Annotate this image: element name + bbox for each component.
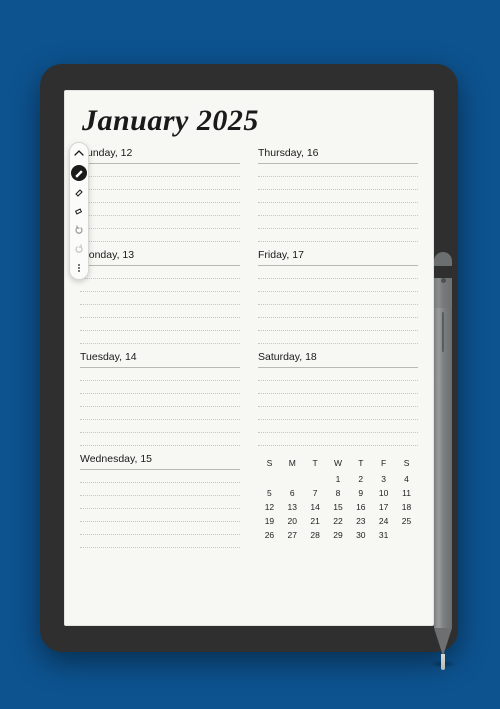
day-label: Saturday, 18: [258, 348, 418, 368]
highlighter-icon: [74, 187, 84, 197]
calendar-day[interactable]: 26: [258, 528, 281, 542]
week-grid: Sunday, 12 Thursday, 16 Monday, 13 Frida…: [80, 144, 418, 548]
redo-icon: [74, 244, 84, 254]
calendar-day[interactable]: [304, 472, 327, 486]
calendar-day[interactable]: 18: [395, 500, 418, 514]
day-block: Saturday, 18: [258, 348, 418, 446]
toolbar-undo-button[interactable]: [71, 222, 87, 238]
calendar-day[interactable]: 17: [372, 500, 395, 514]
writing-area[interactable]: [258, 266, 418, 344]
calendar-weekday: T: [304, 456, 327, 472]
calendar-day[interactable]: 16: [349, 500, 372, 514]
calendar-day[interactable]: 7: [304, 486, 327, 500]
toolbar-more-button[interactable]: [71, 260, 87, 276]
calendar-day[interactable]: 13: [281, 500, 304, 514]
calendar-day[interactable]: 11: [395, 486, 418, 500]
calendar-weekday: T: [349, 456, 372, 472]
calendar-day[interactable]: 10: [372, 486, 395, 500]
day-label: Wednesday, 15: [80, 450, 240, 470]
tablet-device: January 2025 Sunday, 12 Thursday, 16 Mon…: [40, 64, 458, 652]
writing-area[interactable]: [80, 470, 240, 548]
calendar-day[interactable]: 30: [349, 528, 372, 542]
day-label: Monday, 13: [80, 246, 240, 266]
writing-area[interactable]: [80, 266, 240, 344]
calendar-day[interactable]: 21: [304, 514, 327, 528]
pen-toolbar: [69, 142, 89, 280]
calendar-weekday: F: [372, 456, 395, 472]
day-block: Monday, 13: [80, 246, 240, 344]
calendar-day[interactable]: 19: [258, 514, 281, 528]
calendar-day[interactable]: [395, 528, 418, 542]
calendar-day[interactable]: 15: [327, 500, 350, 514]
screen: January 2025 Sunday, 12 Thursday, 16 Mon…: [64, 90, 434, 626]
calendar-day[interactable]: 12: [258, 500, 281, 514]
calendar-day[interactable]: 3: [372, 472, 395, 486]
calendar-weekday: S: [395, 456, 418, 472]
calendar-day[interactable]: 31: [372, 528, 395, 542]
calendar-day[interactable]: [281, 472, 304, 486]
calendar-day[interactable]: [258, 472, 281, 486]
mini-calendar: S M T W T F S 12345678910111213141516171…: [258, 450, 418, 548]
toolbar-eraser-button[interactable]: [71, 203, 87, 219]
pen-icon: [74, 168, 84, 178]
day-block: Friday, 17: [258, 246, 418, 344]
day-block: Thursday, 16: [258, 144, 418, 242]
calendar-day[interactable]: 27: [281, 528, 304, 542]
toolbar-collapse-button[interactable]: [71, 146, 87, 162]
calendar-day[interactable]: 25: [395, 514, 418, 528]
writing-area[interactable]: [258, 164, 418, 242]
toolbar-redo-button[interactable]: [71, 241, 87, 257]
calendar-day[interactable]: 29: [327, 528, 350, 542]
calendar-day[interactable]: 28: [304, 528, 327, 542]
undo-icon: [74, 225, 84, 235]
calendar-day[interactable]: 4: [395, 472, 418, 486]
calendar-day[interactable]: 1: [327, 472, 350, 486]
calendar-day[interactable]: 2: [349, 472, 372, 486]
stylus-shadow: [430, 660, 456, 668]
day-label: Friday, 17: [258, 246, 418, 266]
day-block: Wednesday, 15: [80, 450, 240, 548]
calendar-day[interactable]: 14: [304, 500, 327, 514]
calendar-day[interactable]: 20: [281, 514, 304, 528]
more-vertical-icon: [74, 263, 84, 273]
day-label: Thursday, 16: [258, 144, 418, 164]
calendar-weekday: S: [258, 456, 281, 472]
chevron-up-icon: [74, 149, 84, 159]
calendar-day[interactable]: 9: [349, 486, 372, 500]
calendar-day[interactable]: 22: [327, 514, 350, 528]
writing-area[interactable]: [80, 368, 240, 446]
writing-area[interactable]: [80, 164, 240, 242]
writing-area[interactable]: [258, 368, 418, 446]
toolbar-pen-button[interactable]: [71, 165, 87, 181]
calendar-weekday: W: [327, 456, 350, 472]
calendar-day[interactable]: 24: [372, 514, 395, 528]
calendar-weekday: M: [281, 456, 304, 472]
toolbar-highlighter-button[interactable]: [71, 184, 87, 200]
day-label: Sunday, 12: [80, 144, 240, 164]
day-label: Tuesday, 14: [80, 348, 240, 368]
day-block: Sunday, 12: [80, 144, 240, 242]
page-title: January 2025: [82, 104, 418, 138]
calendar-day[interactable]: 8: [327, 486, 350, 500]
eraser-icon: [74, 206, 84, 216]
calendar-day[interactable]: 5: [258, 486, 281, 500]
calendar-day[interactable]: 6: [281, 486, 304, 500]
day-block: Tuesday, 14: [80, 348, 240, 446]
calendar-day[interactable]: 23: [349, 514, 372, 528]
